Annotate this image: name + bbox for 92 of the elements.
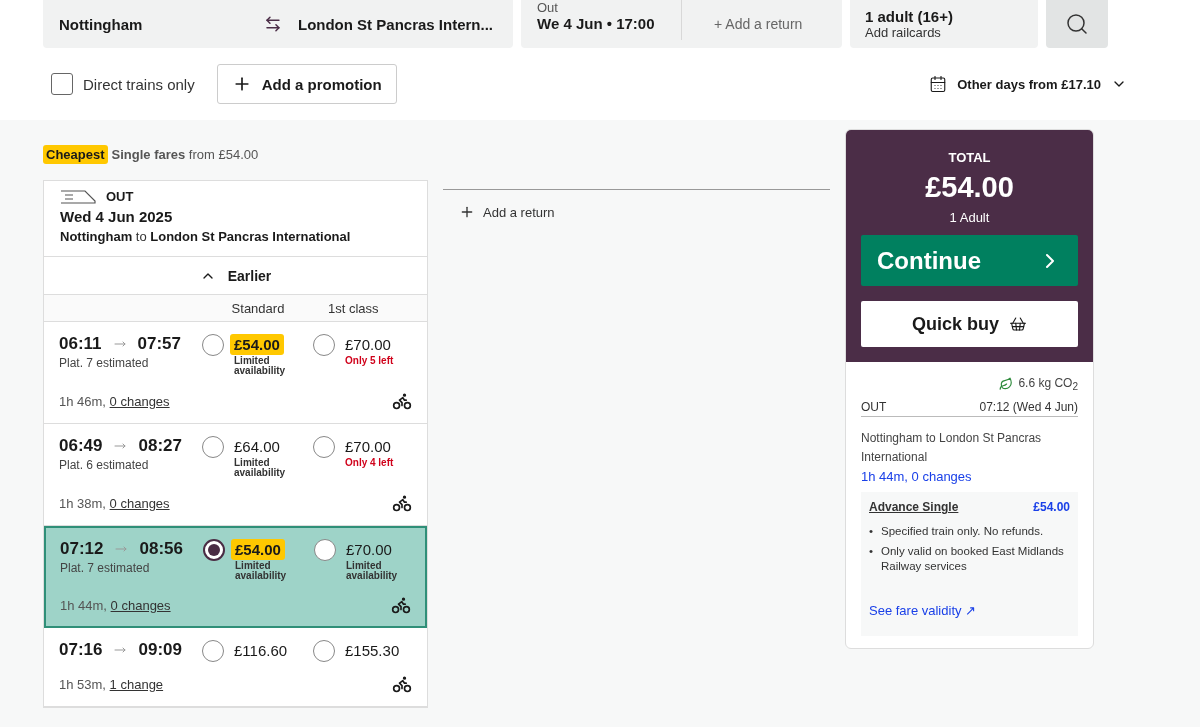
train-row[interactable]: 07:12 08:56 Plat. 7 estimated £54.00 Limited availability £70.00 Limited availability 1h 44m, 0 changes: [44, 526, 427, 628]
fare-price: £64.00: [233, 437, 281, 457]
platform-text: Plat. 6 estimated: [59, 458, 150, 472]
column-header: Standard: [231, 300, 285, 316]
continue-button[interactable]: Continue: [861, 235, 1078, 286]
condition-text: Only valid on booked East Midlands Railway services: [881, 543, 1065, 575]
departure-time: 07:16: [59, 640, 103, 660]
ticket-price: £54.00: [1033, 500, 1070, 515]
railcards-link: Add railcards: [865, 25, 941, 40]
duration-link[interactable]: 1h 44m, 0 changes: [861, 467, 1078, 487]
fare-price: £70.00: [345, 540, 393, 560]
departure-time: 07:12: [60, 539, 104, 559]
arrival-time: 08:56: [139, 539, 183, 559]
train-icon: [60, 189, 96, 204]
column-header: 1st class: [327, 300, 379, 316]
fare-price: £54.00: [230, 334, 284, 355]
fare-price: £70.00: [344, 437, 392, 457]
quick-buy-button[interactable]: Quick buy: [861, 301, 1078, 347]
ticket-name-link[interactable]: Advance Single: [869, 500, 959, 515]
duration-text: 1h 46m, 0 changes: [59, 393, 170, 409]
fare-radio[interactable]: [202, 334, 224, 356]
fare-summary: Single fares from £54.00: [111, 147, 259, 162]
bicycle-icon: [391, 595, 411, 615]
total-price: £54.00: [925, 171, 1014, 204]
departure-time: 06:49: [59, 436, 103, 456]
condition-text: Specified train only. No refunds.: [881, 524, 1044, 540]
cheapest-badge: Cheapest: [43, 145, 108, 164]
passengers-text: 1 adult (16+): [865, 8, 953, 25]
arrival-time: 09:09: [138, 640, 182, 660]
route-text: Nottingham to London St Pancras International: [861, 430, 1043, 467]
bicycle-icon: [392, 391, 412, 411]
fare-radio[interactable]: [313, 640, 335, 662]
duration-text: 1h 53m, 1 change: [59, 676, 164, 692]
arrival-time: 08:27: [138, 436, 182, 456]
availability-note: Limited availability: [233, 356, 287, 376]
add-return-button[interactable]: Add a return: [459, 204, 555, 220]
fare-radio[interactable]: [314, 539, 336, 561]
fare-price: £54.00: [231, 539, 285, 560]
passenger-count: 1 Adult: [949, 210, 990, 225]
departure-time: 06:11: [59, 334, 102, 354]
other-days-button[interactable]: Other days from £17.10: [923, 74, 1133, 94]
direction-label: OUT: [106, 189, 134, 204]
out-label: Out: [537, 0, 559, 15]
fare-price: £116.60: [233, 641, 289, 661]
fare-radio[interactable]: [313, 436, 335, 458]
departure-summary: 07:12 (Wed 4 Jun): [979, 400, 1078, 415]
destination-text: London St Pancras Intern...: [296, 15, 494, 33]
search-icon: [1065, 12, 1089, 36]
bicycle-icon: [392, 674, 412, 694]
search-button[interactable]: [1046, 0, 1108, 48]
fare-radio[interactable]: [202, 640, 224, 662]
availability-note: Limited availability: [233, 458, 287, 478]
direct-trains-checkbox[interactable]: Direct trains only: [51, 73, 195, 95]
promotion-button[interactable]: Add a promotion: [216, 64, 397, 104]
out-date: We 4 Jun • 17:00: [537, 15, 656, 32]
duration-text: 1h 44m, 0 changes: [60, 597, 171, 613]
fare-radio[interactable]: [313, 334, 335, 356]
platform-text: Plat. 7 estimated: [59, 356, 150, 370]
arrival-time: 07:57: [137, 334, 182, 354]
fare-price: £155.30: [344, 641, 401, 661]
availability-note: Limited availability: [345, 561, 399, 581]
fare-price: £70.00: [344, 335, 392, 355]
fare-validity-link[interactable]: See fare validity ↗: [869, 602, 1070, 618]
changes-link[interactable]: 1 change: [109, 676, 164, 692]
add-return-link[interactable]: + Add a return: [714, 16, 803, 32]
route-field[interactable]: Nottingham London St Pancras Intern...: [43, 0, 513, 48]
plus-icon: [459, 204, 475, 220]
date-field[interactable]: Out We 4 Jun • 17:00 + Add a return: [521, 0, 842, 48]
co2-text: 6.6 kg CO$_{2}$: [999, 376, 1078, 393]
bullet: •: [869, 524, 874, 540]
fare-radio[interactable]: [202, 436, 224, 458]
changes-link[interactable]: 0 changes: [109, 495, 170, 511]
passengers-field[interactable]: 1 adult (16+) Add railcards: [850, 0, 1038, 48]
bicycle-icon: [392, 493, 412, 513]
availability-note: Only 4 left: [344, 458, 395, 468]
changes-link[interactable]: 0 changes: [109, 393, 170, 409]
changes-link[interactable]: 0 changes: [110, 597, 171, 613]
origin-text: Nottingham: [58, 15, 144, 33]
total-label: TOTAL: [948, 150, 991, 165]
duration-text: 1h 38m, 0 changes: [59, 495, 170, 511]
availability-note: Limited availability: [234, 561, 288, 581]
bullet: •: [869, 543, 874, 559]
calendar-icon: [929, 75, 948, 93]
availability-note: Only 5 left: [344, 356, 395, 366]
direction-label: OUT: [861, 400, 887, 415]
leaf-icon: [999, 377, 1014, 392]
fare-radio[interactable]: [203, 539, 225, 561]
swap-icon[interactable]: [264, 15, 282, 33]
platform-text: Plat. 7 estimated: [60, 561, 151, 575]
journey-route: Nottingham to London St Pancras International: [60, 229, 352, 244]
journey-date: Wed 4 Jun 2025: [60, 208, 174, 225]
basket-icon: [1009, 315, 1027, 333]
